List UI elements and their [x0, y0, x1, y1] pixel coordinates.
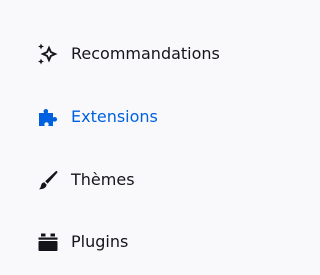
- sidebar-item-plugins[interactable]: Plugins: [36, 226, 128, 258]
- sidebar-item-label: Plugins: [71, 232, 129, 251]
- sidebar-item-extensions[interactable]: Extensions: [36, 101, 158, 133]
- sidebar-item-label: Recommandations: [71, 44, 220, 63]
- sidebar-item-recommendations[interactable]: Recommandations: [36, 38, 220, 70]
- puzzle-piece-icon: [36, 105, 60, 129]
- sidebar-item-themes[interactable]: Thèmes: [36, 164, 135, 196]
- plugin-icon: [36, 230, 60, 254]
- addons-sidebar: Recommandations Extensions Thèmes Plugin…: [0, 0, 277, 275]
- sparkles-icon: [36, 42, 60, 66]
- sidebar-item-label: Thèmes: [71, 170, 135, 189]
- brush-icon: [36, 168, 60, 192]
- sidebar-item-label: Extensions: [71, 107, 158, 126]
